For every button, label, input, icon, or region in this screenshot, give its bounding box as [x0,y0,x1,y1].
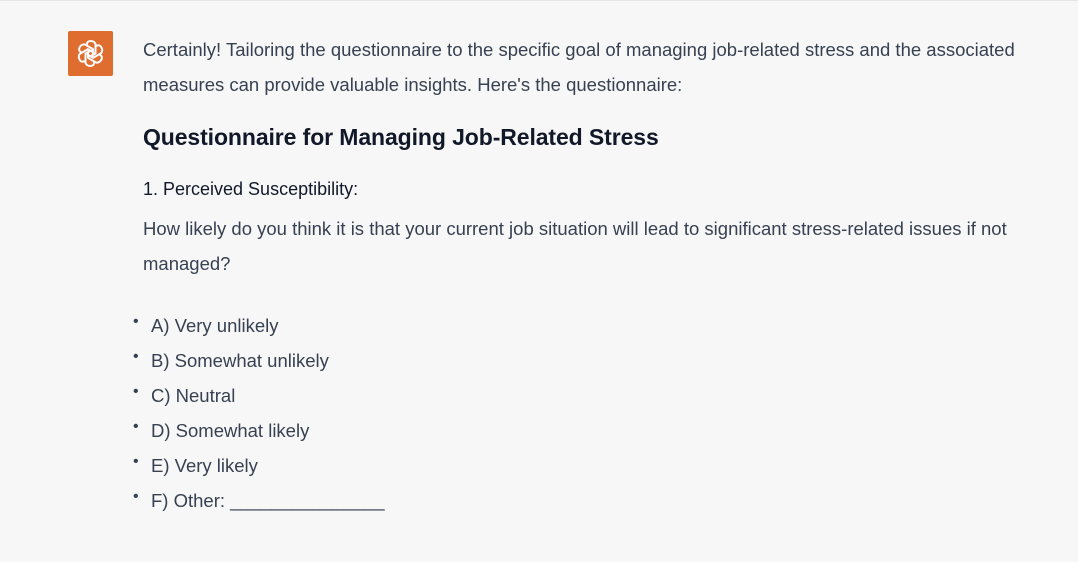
questionnaire-heading: Questionnaire for Managing Job-Related S… [143,124,659,150]
assistant-message: Certainly! Tailoring the questionnaire t… [0,0,1078,562]
bullet-icon: • [133,453,139,470]
list-item: • F) Other: _______________ [133,483,1013,518]
list-item: • E) Very likely [133,448,1013,483]
question-text: How likely do you think it is that your … [143,218,1007,274]
list-item: • C) Neutral [133,378,1013,413]
option-label: F) Other: _______________ [151,490,385,511]
section-title: 1. Perceived Susceptibility: [143,179,359,199]
list-item: • B) Somewhat unlikely [133,343,1013,378]
option-label: E) Very likely [151,455,258,476]
answer-options-list: • A) Very unlikely • B) Somewhat unlikel… [133,308,1013,518]
intro-paragraph: Certainly! Tailoring the questionnaire t… [143,39,1015,95]
option-label: D) Somewhat likely [151,420,310,441]
option-label: A) Very unlikely [151,315,279,336]
bullet-icon: • [133,418,139,435]
openai-logo-icon [68,31,113,76]
bullet-icon: • [133,348,139,365]
option-label: C) Neutral [151,385,236,406]
list-item: • A) Very unlikely [133,308,1013,343]
bullet-icon: • [133,383,139,400]
bullet-icon: • [133,488,139,505]
bullet-icon: • [133,313,139,330]
assistant-avatar [68,31,113,76]
list-item: • D) Somewhat likely [133,413,1013,448]
option-label: B) Somewhat unlikely [151,350,329,371]
message-content: Certainly! Tailoring the questionnaire t… [133,32,1023,518]
